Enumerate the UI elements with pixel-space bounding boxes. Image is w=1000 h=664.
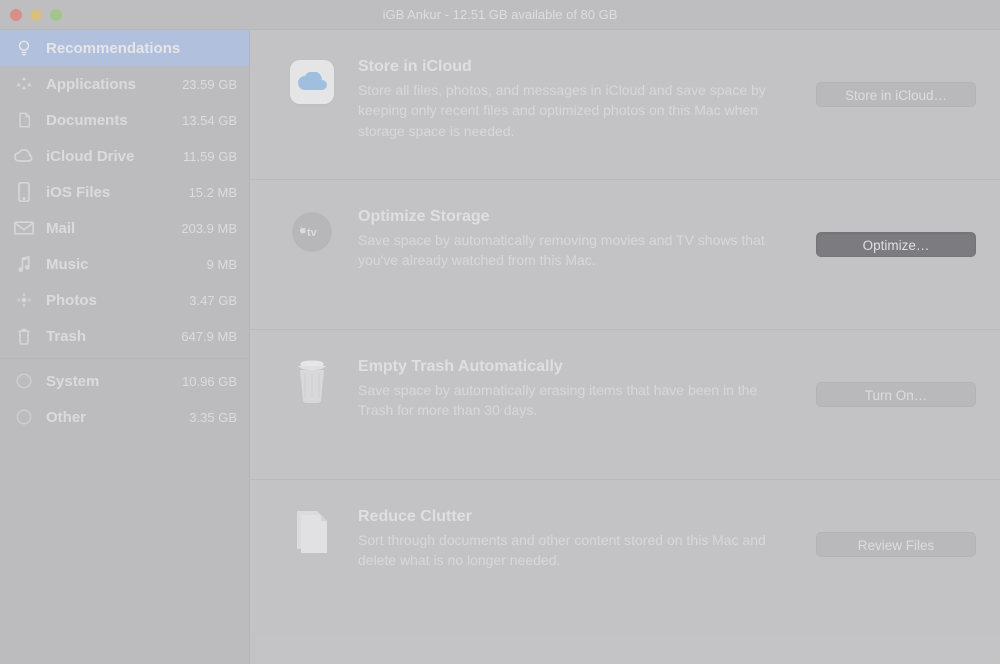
sidebar-item-recommendations[interactable]: Recommendations bbox=[0, 30, 249, 66]
document-icon bbox=[12, 111, 36, 129]
sidebar-item-label: iOS Files bbox=[46, 184, 189, 201]
sidebar-item-system[interactable]: System 10.96 GB bbox=[0, 363, 249, 399]
sidebar-item-label: iCloud Drive bbox=[46, 148, 183, 165]
bulb-icon bbox=[12, 39, 36, 57]
system-icon bbox=[12, 372, 36, 390]
section-description: Save space by automatically erasing item… bbox=[358, 380, 778, 421]
content-pane: Store in iCloud Store all files, photos,… bbox=[250, 30, 1000, 664]
sidebar-item-icloud-drive[interactable]: iCloud Drive 11.59 GB bbox=[0, 138, 249, 174]
apple-tv-icon: tv bbox=[290, 210, 334, 254]
sidebar-item-label: Recommendations bbox=[46, 40, 237, 57]
section-title: Store in iCloud bbox=[358, 58, 798, 76]
sidebar-item-label: Mail bbox=[46, 220, 181, 237]
svg-text:tv: tv bbox=[307, 227, 318, 239]
other-icon bbox=[12, 408, 36, 426]
sidebar-item-label: Music bbox=[46, 256, 207, 273]
sidebar-item-trash[interactable]: Trash 647.9 MB bbox=[0, 318, 249, 354]
sidebar-item-photos[interactable]: Photos 3.47 GB bbox=[0, 282, 249, 318]
applications-icon bbox=[12, 75, 36, 93]
music-icon bbox=[12, 255, 36, 273]
section-empty-trash: Empty Trash Automatically Save space by … bbox=[250, 330, 1000, 480]
sidebar-item-other[interactable]: Other 3.35 GB bbox=[0, 399, 249, 435]
cloud-icon bbox=[12, 149, 36, 163]
sidebar-item-documents[interactable]: Documents 13.54 GB bbox=[0, 102, 249, 138]
documents-stack-icon bbox=[290, 510, 334, 554]
sidebar-item-label: Other bbox=[46, 409, 189, 426]
section-title: Optimize Storage bbox=[358, 208, 798, 226]
mail-icon bbox=[12, 221, 36, 235]
section-title: Empty Trash Automatically bbox=[358, 358, 798, 376]
sidebar-item-size: 203.9 MB bbox=[181, 221, 237, 236]
sidebar-item-size: 10.96 GB bbox=[182, 374, 237, 389]
sidebar-item-size: 13.54 GB bbox=[182, 113, 237, 128]
trash-icon bbox=[12, 327, 36, 345]
sidebar-item-label: Trash bbox=[46, 328, 181, 345]
section-store-in-icloud: Store in iCloud Store all files, photos,… bbox=[250, 30, 1000, 180]
sidebar-item-label: Photos bbox=[46, 292, 189, 309]
sidebar-item-size: 15.2 MB bbox=[189, 185, 237, 200]
sidebar-item-label: Applications bbox=[46, 76, 182, 93]
sidebar-item-ios-files[interactable]: iOS Files 15.2 MB bbox=[0, 174, 249, 210]
sidebar-item-label: System bbox=[46, 373, 182, 390]
sidebar: Recommendations Applications 23.59 GB Do… bbox=[0, 30, 250, 664]
icloud-tile-icon bbox=[290, 60, 334, 104]
sidebar-item-size: 3.47 GB bbox=[189, 293, 237, 308]
phone-icon bbox=[12, 182, 36, 202]
section-description: Sort through documents and other content… bbox=[358, 530, 778, 571]
store-in-icloud-button[interactable]: Store in iCloud… bbox=[816, 82, 976, 107]
photos-icon bbox=[12, 291, 36, 309]
sidebar-item-applications[interactable]: Applications 23.59 GB bbox=[0, 66, 249, 102]
section-optimize-storage: tv Optimize Storage Save space by automa… bbox=[250, 180, 1000, 330]
sidebar-item-label: Documents bbox=[46, 112, 182, 129]
turn-on-button[interactable]: Turn On… bbox=[816, 382, 976, 407]
review-files-button[interactable]: Review Files bbox=[816, 532, 976, 557]
section-description: Store all files, photos, and messages in… bbox=[358, 80, 778, 141]
sidebar-item-size: 11.59 GB bbox=[183, 149, 237, 164]
sidebar-item-music[interactable]: Music 9 MB bbox=[0, 246, 249, 282]
trash-bin-icon bbox=[290, 360, 334, 404]
sidebar-item-size: 9 MB bbox=[207, 257, 237, 272]
section-title: Reduce Clutter bbox=[358, 508, 798, 526]
sidebar-item-size: 647.9 MB bbox=[181, 329, 237, 344]
sidebar-separator bbox=[0, 358, 249, 359]
sidebar-item-size: 3.35 GB bbox=[189, 410, 237, 425]
window-titlebar: iGB Ankur - 12.51 GB available of 80 GB bbox=[0, 0, 1000, 30]
sidebar-item-mail[interactable]: Mail 203.9 MB bbox=[0, 210, 249, 246]
section-reduce-clutter: Reduce Clutter Sort through documents an… bbox=[250, 480, 1000, 630]
sidebar-item-size: 23.59 GB bbox=[182, 77, 237, 92]
optimize-button[interactable]: Optimize… bbox=[816, 232, 976, 257]
section-description: Save space by automatically removing mov… bbox=[358, 230, 778, 271]
window-title: iGB Ankur - 12.51 GB available of 80 GB bbox=[0, 7, 1000, 22]
